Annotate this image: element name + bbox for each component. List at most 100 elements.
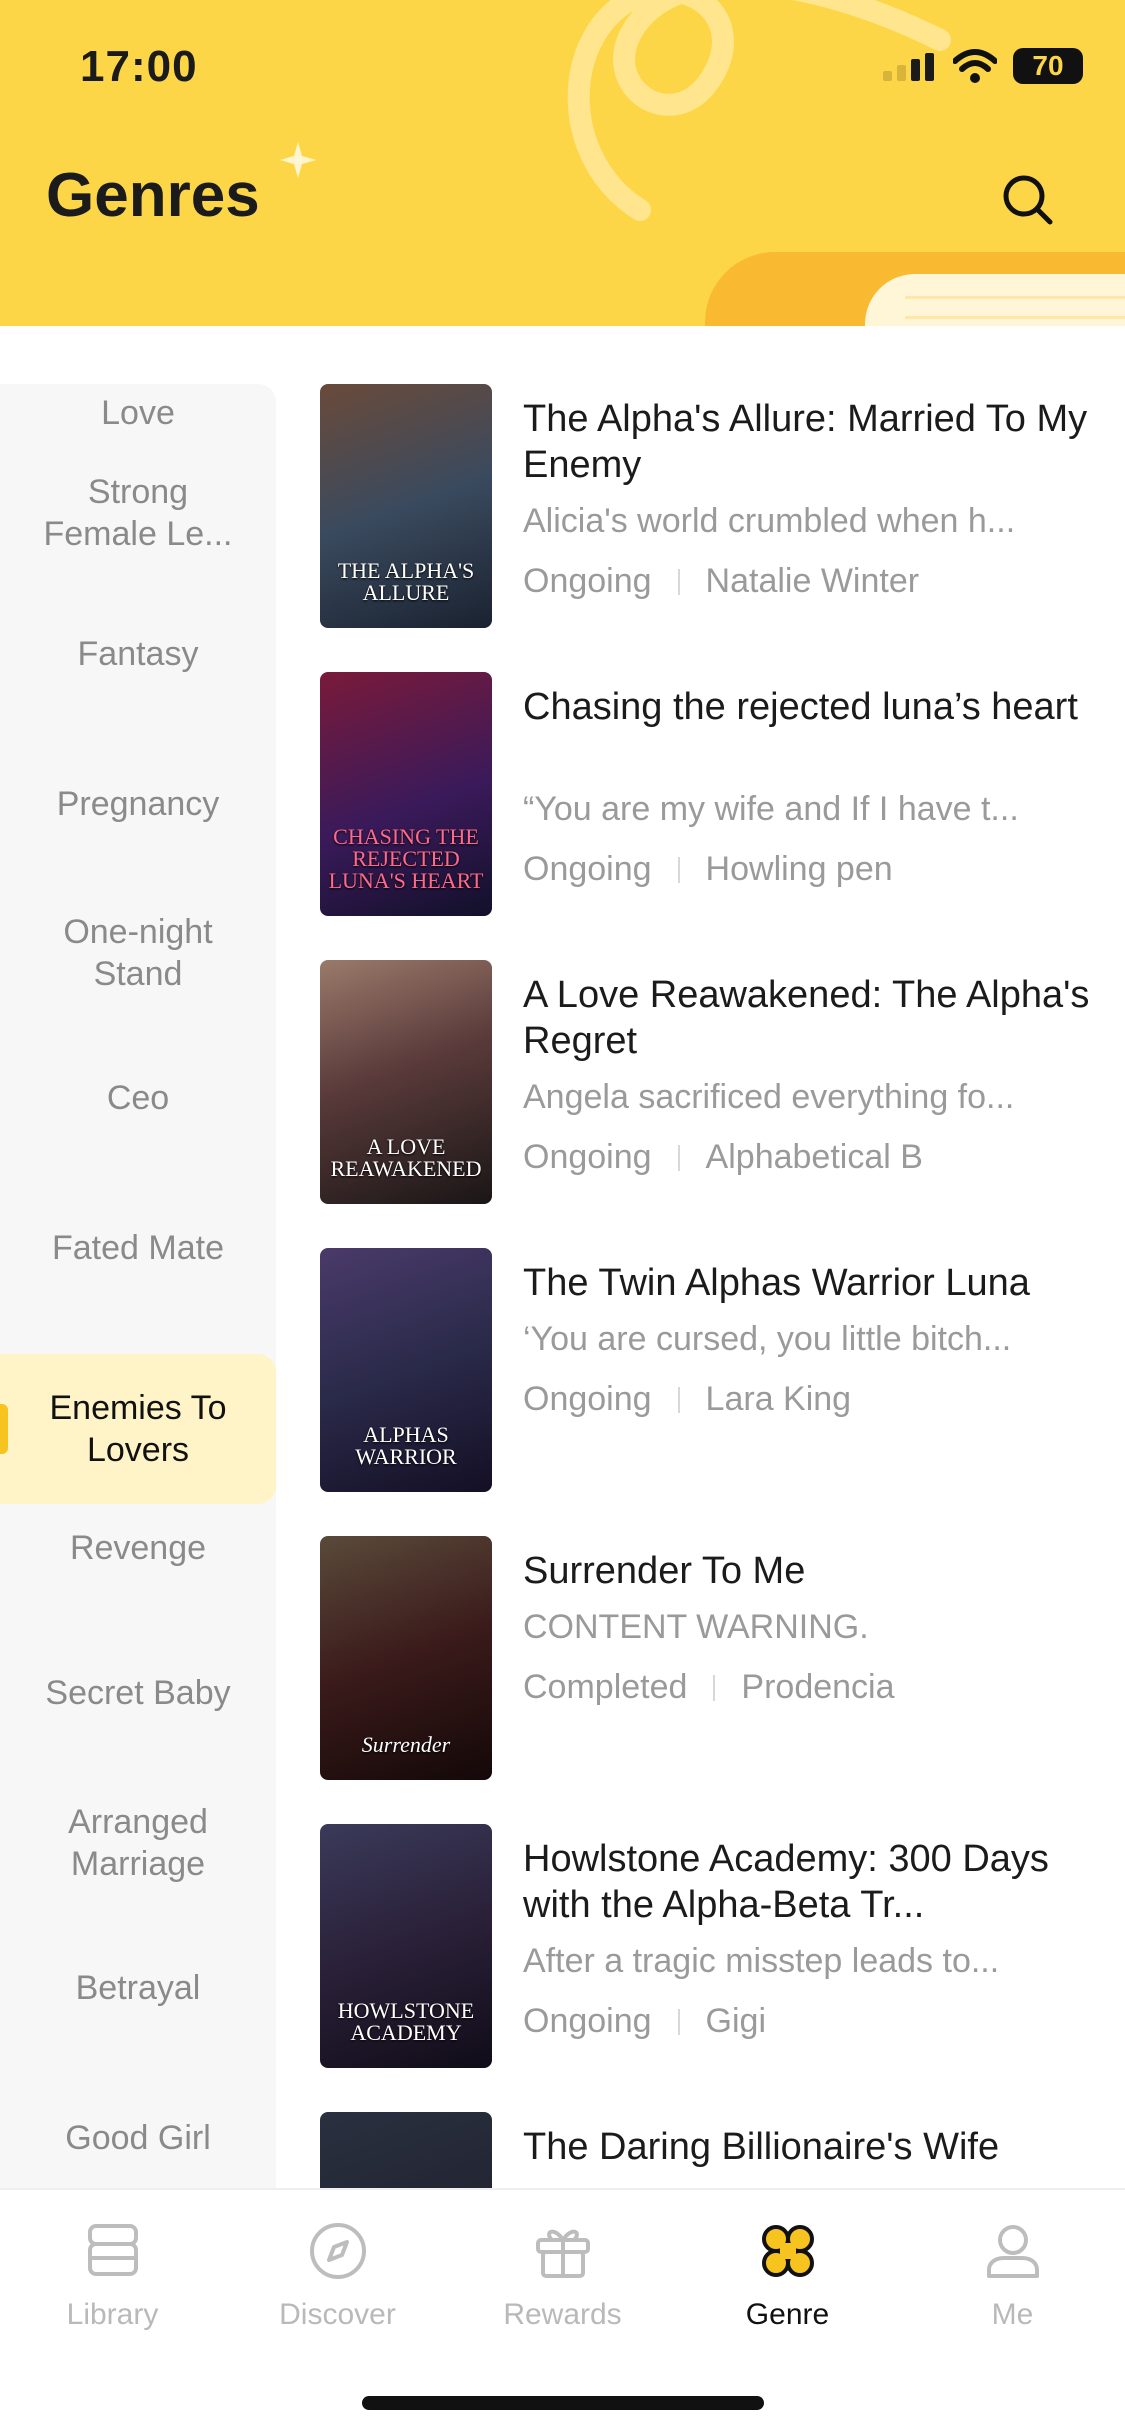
- book-author: Alphabetical B: [705, 1138, 923, 1176]
- book-status: Ongoing: [523, 2002, 652, 2040]
- tab-library[interactable]: Library: [0, 2218, 225, 2332]
- book-cover: [320, 2112, 492, 2188]
- book-status: Ongoing: [523, 1380, 652, 1418]
- sidebar-item-label: Revenge: [69, 1529, 207, 1567]
- genre-content: Love Strong Female Le... Fantasy Pregnan…: [0, 326, 1125, 2188]
- book-description: Alicia's world crumbled when h...: [523, 502, 1016, 540]
- sidebar-item-enemies-to-lovers[interactable]: Enemies To Lovers: [0, 1354, 276, 1504]
- book-item[interactable]: A LOVE REAWAKENED A Love Reawakened: The…: [320, 960, 1100, 1204]
- book-title: The Daring Billionaire's Wife: [523, 2126, 1000, 2168]
- book-description: CONTENT WARNING.: [523, 1608, 869, 1646]
- book-item[interactable]: Surrender Surrender To Me CONTENT WARNIN…: [320, 1536, 1100, 1780]
- sidebar-item-love[interactable]: Love: [0, 384, 276, 458]
- home-indicator: [362, 2396, 764, 2410]
- wifi-icon: [953, 49, 997, 83]
- sidebar-item-good-girl[interactable]: Good Girl: [0, 2088, 276, 2188]
- decorative-tab-cream: [865, 274, 1125, 326]
- tab-label: Library: [66, 2298, 159, 2331]
- compass-icon: [309, 2223, 366, 2279]
- book-title: A Love Reawakened: The Alpha's Regret: [523, 974, 1090, 1062]
- book-title: The Twin Alphas Warrior Luna: [523, 1262, 1030, 1304]
- book-description: “You are my wife and If I have t...: [523, 790, 1019, 828]
- book-cover: HOWLSTONE ACADEMY: [320, 1824, 492, 2068]
- page-title: Genres: [46, 161, 260, 230]
- tab-genre[interactable]: Genre: [675, 2218, 900, 2332]
- sidebar-item-label: Betrayal: [75, 1969, 201, 2007]
- sidebar-item-label: Secret Baby: [45, 1674, 231, 1712]
- meta-divider: [677, 1144, 680, 1171]
- book-description: ‘You are cursed, you little bitch...: [523, 1320, 1012, 1358]
- sidebar-item-label: Fantasy: [77, 635, 199, 673]
- meta-divider: [677, 568, 680, 595]
- sidebar-item-revenge[interactable]: Revenge: [0, 1498, 276, 1598]
- sidebar-item-label: Love: [101, 394, 175, 432]
- tab-discover[interactable]: Discover: [225, 2218, 450, 2332]
- book-cover: ALPHAS WARRIOR: [320, 1248, 492, 1492]
- cover-title: A LOVE REAWAKENED: [330, 1134, 482, 1181]
- tab-label: Me: [991, 2298, 1034, 2331]
- sidebar-item-secret-baby[interactable]: Secret Baby: [0, 1628, 276, 1758]
- sidebar-item-strong-female-lead[interactable]: Strong Female Le...: [0, 448, 276, 578]
- sidebar-item-pregnancy[interactable]: Pregnancy: [0, 754, 276, 854]
- sidebar-item-label: Enemies To Lovers: [49, 1389, 227, 1469]
- book-cover: CHASING THE REJECTED LUNA'S HEART: [320, 672, 492, 916]
- sidebar-item-one-night-stand[interactable]: One-night Stand: [0, 888, 276, 1018]
- sidebar-item-ceo[interactable]: Ceo: [0, 1048, 276, 1148]
- status-time: 17:00: [80, 42, 198, 91]
- book-author: Natalie Winter: [705, 562, 920, 600]
- status-icons: 70: [883, 48, 1083, 84]
- book-item[interactable]: HOWLSTONE ACADEMY Howlstone Academy: 300…: [320, 1824, 1100, 2068]
- meta-divider: [677, 2008, 680, 2035]
- book-status: Ongoing: [523, 850, 652, 888]
- cover-title: Surrender: [361, 1732, 451, 1757]
- header: 17:00 70 Genres: [0, 0, 1125, 326]
- decorative-swirl: [567, 0, 951, 221]
- sidebar-item-label: Pregnancy: [56, 785, 220, 823]
- book-item[interactable]: CHASING THE REJECTED LUNA'S HEART Chasin…: [320, 672, 1100, 916]
- book-meta: Ongoing Alphabetical B: [523, 1138, 923, 1177]
- book-item[interactable]: THE ALPHA'S ALLURE The Alpha's Allure: M…: [320, 384, 1100, 628]
- book-item[interactable]: The Daring Billionaire's Wife: [320, 2112, 1100, 2188]
- genre-grid-icon: [761, 2225, 814, 2277]
- tab-label: Discover: [279, 2298, 396, 2331]
- book-cover: A LOVE REAWAKENED: [320, 960, 492, 1204]
- book-meta: Ongoing Howling pen: [523, 850, 893, 889]
- sidebar-item-label: Strong Female Le...: [43, 473, 233, 553]
- person-icon: [986, 2225, 1039, 2278]
- meta-divider: [713, 1674, 716, 1701]
- book-title: The Alpha's Allure: Married To My Enemy: [523, 398, 1088, 486]
- book-item[interactable]: ALPHAS WARRIOR The Twin Alphas Warrior L…: [320, 1248, 1100, 1492]
- tab-rewards[interactable]: Rewards: [450, 2218, 675, 2332]
- book-status: Completed: [523, 1668, 688, 1706]
- book-title: Chasing the rejected luna’s heart: [523, 686, 1078, 728]
- book-meta: Ongoing Natalie Winter: [523, 562, 919, 601]
- book-author: Howling pen: [705, 850, 893, 888]
- sidebar-item-fantasy[interactable]: Fantasy: [0, 604, 276, 704]
- sidebar-item-arranged-marriage[interactable]: Arranged Marriage: [0, 1778, 276, 1908]
- sidebar-item-label: One-night Stand: [63, 913, 213, 993]
- meta-divider: [677, 856, 680, 883]
- sidebar-item-label: Fated Mate: [52, 1229, 224, 1267]
- sidebar-item-label: Ceo: [106, 1079, 170, 1117]
- book-description: Angela sacrificed everything fo...: [523, 1078, 1015, 1116]
- search-icon[interactable]: [996, 168, 1060, 232]
- book-author: Prodencia: [741, 1668, 895, 1706]
- book-title: Surrender To Me: [523, 1550, 806, 1592]
- genre-sidebar[interactable]: Love Strong Female Le... Fantasy Pregnan…: [0, 384, 276, 2188]
- book-meta: Ongoing Lara King: [523, 1380, 851, 1419]
- sidebar-item-fated-mate[interactable]: Fated Mate: [0, 1198, 276, 1298]
- tab-label: Rewards: [503, 2298, 622, 2331]
- meta-divider: [677, 1386, 680, 1413]
- cover-title: THE ALPHA'S ALLURE: [337, 558, 475, 605]
- book-cover: Surrender: [320, 1536, 492, 1780]
- book-title: Howlstone Academy: 300 Days with the Alp…: [523, 1838, 1049, 1926]
- tab-me[interactable]: Me: [900, 2218, 1125, 2332]
- sidebar-item-betrayal[interactable]: Betrayal: [0, 1938, 276, 2038]
- book-author: Lara King: [705, 1380, 852, 1418]
- sparkle-icon: [280, 142, 316, 178]
- sidebar-item-label: Good Girl: [65, 2119, 211, 2157]
- book-meta: Ongoing Gigi: [523, 2002, 766, 2041]
- sidebar-item-label: Arranged Marriage: [68, 1803, 208, 1883]
- battery-icon: 70: [1013, 48, 1083, 84]
- library-icon: [87, 2224, 138, 2276]
